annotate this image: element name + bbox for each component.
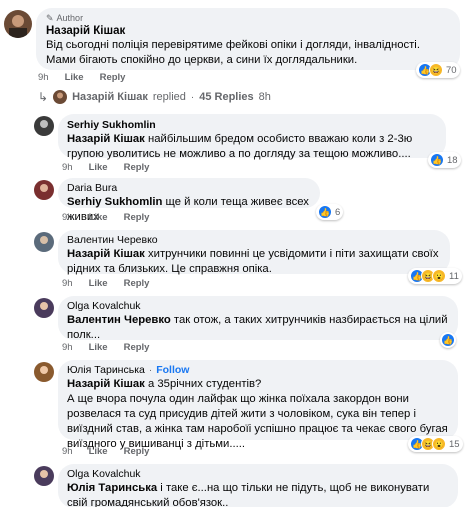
- comment-actions: 9h Like Reply: [38, 72, 125, 84]
- mention-link[interactable]: Юлія Таринська: [67, 482, 157, 494]
- timestamp[interactable]: 9h: [38, 72, 49, 84]
- wow-icon: 😮: [432, 437, 446, 451]
- avatar[interactable]: [34, 362, 54, 382]
- comment-author-name[interactable]: Olga Kovalchuk: [67, 299, 449, 313]
- reply-comment: Валентин Черевко Назарій Кішак хитрунчик…: [0, 228, 474, 294]
- comment-bubble: ✎ Author Назарій Кішак Від сьогодні полі…: [36, 8, 460, 70]
- reaction-count: 6: [335, 206, 341, 218]
- comment-author-name[interactable]: Валентин Черевко: [67, 233, 441, 247]
- reply-button[interactable]: Reply: [124, 446, 150, 458]
- comment-text: Юлія Таринська і таке є...на що тільки н…: [67, 482, 430, 507]
- timestamp[interactable]: 9h: [62, 342, 73, 354]
- mention-link[interactable]: Serhiy Sukhomlin: [67, 196, 162, 208]
- reply-button[interactable]: Reply: [124, 212, 150, 224]
- comment-bubble: Serhiy Sukhomlin Назарій Кішак найбільши…: [58, 114, 446, 160]
- pencil-icon: ✎: [46, 13, 54, 23]
- like-icon: 👍: [441, 333, 455, 347]
- reaction-summary[interactable]: 👍 18: [428, 152, 461, 168]
- comment-author-name[interactable]: Юлія Таринська: [67, 363, 145, 377]
- author-badge: ✎ Author: [46, 13, 84, 23]
- comment-author-name[interactable]: Olga Kovalchuk: [67, 467, 449, 481]
- comment-bubble: Юлія Таринська · Follow Назарій Кішак а …: [58, 360, 458, 450]
- comment-author-name[interactable]: Назарій Кішак: [46, 24, 450, 38]
- haha-icon: 😆: [429, 63, 443, 77]
- reply-comment: Юлія Таринська · Follow Назарій Кішак а …: [0, 358, 474, 462]
- mention-link[interactable]: Назарій Кішак: [67, 133, 145, 145]
- reply-button[interactable]: Reply: [124, 162, 150, 174]
- reply-button[interactable]: Reply: [124, 342, 150, 354]
- comment-text: Валентин Черевко так отож, а таких хитру…: [67, 314, 448, 341]
- like-button[interactable]: Like: [89, 212, 108, 224]
- like-button[interactable]: Like: [89, 446, 108, 458]
- reply-button[interactable]: Reply: [100, 72, 126, 84]
- reply-comment: Serhiy Sukhomlin Назарій Кішак найбільши…: [0, 110, 474, 176]
- comment-text: Назарій Кішак найбільшим бредом особисто…: [67, 133, 413, 160]
- comment-bubble: Daria Bura Serhiy Sukhomlin ще й коли те…: [58, 178, 320, 223]
- reaction-summary[interactable]: 👍 😆 😮 11: [408, 268, 462, 284]
- avatar[interactable]: [34, 116, 54, 136]
- avatar[interactable]: [34, 232, 54, 252]
- reaction-count: 70: [446, 64, 457, 76]
- comment-actions: 9h Like Reply: [62, 162, 149, 174]
- avatar: [53, 90, 68, 104]
- comment-header: Юлія Таринська · Follow: [67, 363, 190, 377]
- timestamp[interactable]: 9h: [62, 446, 73, 458]
- like-button[interactable]: Like: [89, 278, 108, 290]
- reaction-summary[interactable]: 👍: [440, 332, 456, 348]
- timestamp[interactable]: 9h: [62, 278, 73, 290]
- timestamp[interactable]: 9h: [62, 162, 73, 174]
- reaction-count: 18: [447, 154, 458, 166]
- avatar[interactable]: [34, 180, 54, 200]
- comment-actions: 9h Like Reply: [62, 212, 149, 224]
- like-button[interactable]: Like: [65, 72, 84, 84]
- like-icon: 👍: [318, 205, 332, 219]
- reply-arrow-icon: ↳: [38, 90, 49, 104]
- mention-link[interactable]: Назарій Кішак: [67, 378, 145, 390]
- avatar[interactable]: [34, 298, 54, 318]
- wow-icon: 😮: [432, 269, 446, 283]
- reply-comment: Olga Kovalchuk Валентин Черевко так отож…: [0, 294, 474, 356]
- reply-comment: Olga Kovalchuk Юлія Таринська і таке є..…: [0, 462, 474, 507]
- reaction-summary[interactable]: 👍 😆 70: [416, 62, 460, 78]
- comment-author-name[interactable]: Daria Bura: [67, 181, 311, 195]
- comment-bubble: Olga Kovalchuk Юлія Таринська і таке є..…: [58, 464, 458, 507]
- reaction-count: 15: [449, 438, 460, 450]
- like-icon: 👍: [430, 153, 444, 167]
- reply-comment: Daria Bura Serhiy Sukhomlin ще й коли те…: [0, 176, 474, 224]
- comment-actions: 9h Like Reply: [62, 278, 149, 290]
- mention-link[interactable]: Назарій Кішак: [67, 248, 145, 260]
- main-comment: ✎ Author Назарій Кішак Від сьогодні полі…: [0, 0, 474, 90]
- like-button[interactable]: Like: [89, 342, 108, 354]
- avatar[interactable]: [34, 466, 54, 486]
- replier-name: Назарій Кішак: [72, 91, 148, 103]
- comment-text: Від сьогодні поліція перевірятиме фейков…: [46, 39, 420, 66]
- follow-button[interactable]: Follow: [156, 364, 189, 376]
- view-replies-link[interactable]: ↳ Назарій Кішак replied · 45 Replies 8h: [38, 90, 271, 104]
- comment-bubble: Валентин Черевко Назарій Кішак хитрунчик…: [58, 230, 450, 275]
- reaction-summary[interactable]: 👍 😆 😮 15: [408, 436, 463, 452]
- comment-text-body: А ще вчора почула один лайфак що жінка п…: [67, 393, 448, 450]
- like-button[interactable]: Like: [89, 162, 108, 174]
- timestamp[interactable]: 9h: [62, 212, 73, 224]
- comment-bubble: Olga Kovalchuk Валентин Черевко так отож…: [58, 296, 458, 341]
- comment-actions: 9h Like Reply: [62, 342, 149, 354]
- reaction-count: 11: [449, 270, 459, 282]
- comment-actions: 9h Like Reply: [62, 446, 149, 458]
- reply-button[interactable]: Reply: [124, 278, 150, 290]
- comment-text: Назарій Кішак хитрунчики повинні це усві…: [67, 248, 439, 275]
- comment-text: Назарій Кішак а 35річних студентів?: [67, 378, 262, 390]
- comment-author-name[interactable]: Serhiy Sukhomlin: [67, 118, 437, 132]
- replies-count: 45 Replies: [199, 91, 254, 103]
- mention-link[interactable]: Валентин Черевко: [67, 314, 171, 326]
- replies-time: 8h: [258, 91, 271, 103]
- avatar[interactable]: [4, 10, 32, 38]
- reaction-summary[interactable]: 👍 6: [316, 204, 344, 220]
